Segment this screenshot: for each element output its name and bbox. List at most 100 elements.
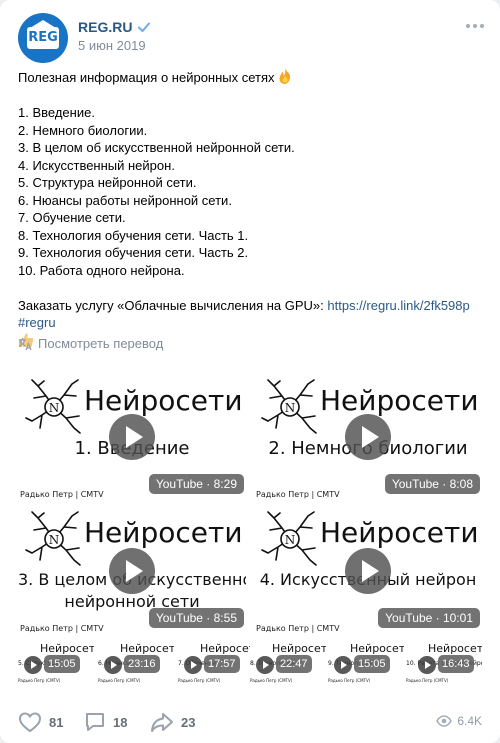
- play-button[interactable]: [104, 656, 122, 674]
- video-brand: Нейросети: [84, 384, 243, 417]
- video-author: Радько Петр (CMTV): [178, 678, 221, 683]
- video-author: Радько Петр | CMTV: [20, 490, 104, 499]
- list-item: 3. В целом об искусственной нейронной се…: [18, 140, 295, 155]
- video-thumbnail-small[interactable]: Нейросети 5. Структура Радько Петр (CMTV…: [18, 642, 94, 686]
- list-item: 10. Работа одного нейрона.: [18, 262, 185, 278]
- heart-icon: [18, 712, 42, 733]
- neuron-logo-icon: N: [25, 511, 81, 566]
- topics-list: 1. Введение. 2. Немного биологии. 3. В ц…: [18, 104, 483, 279]
- share-count: 23: [181, 714, 196, 730]
- play-button[interactable]: [345, 548, 391, 594]
- neuron-logo-icon: N: [25, 379, 81, 434]
- list-item: 5. Структура нейронной сети.: [18, 175, 197, 190]
- translate-button[interactable]: Посмотреть перевод: [18, 336, 163, 351]
- video-duration-badge: 16:43: [438, 655, 474, 673]
- translate-label: Посмотреть перевод: [38, 336, 164, 351]
- video-author: Радько Петр | CMTV: [20, 624, 104, 633]
- post-date[interactable]: 5 июн 2019: [78, 38, 146, 53]
- author-name[interactable]: REG.RU: [78, 19, 151, 35]
- video-duration-badge: 17:57: [204, 655, 240, 673]
- share-icon: [151, 713, 173, 732]
- video-thumbnail-small[interactable]: Нейросети 7. Обучение Радько Петр (CMTV)…: [178, 642, 254, 686]
- fire-icon: [279, 68, 291, 84]
- share-button[interactable]: 23: [150, 711, 195, 733]
- post-actions: 81 18 23 6.4K: [0, 700, 500, 743]
- post-text: Полезная информация о нейронных сетях 1.…: [18, 68, 483, 350]
- video-brand: Нейросети: [320, 384, 479, 417]
- list-item: 7. Обучение сети.: [18, 210, 126, 225]
- play-button[interactable]: [256, 656, 274, 674]
- more-options-icon[interactable]: [466, 22, 484, 30]
- avatar[interactable]: REG: [18, 13, 68, 63]
- video-thumbnail-small[interactable]: Нейросети 6. Нюансы Радько Петр (CMTV) 2…: [98, 642, 174, 686]
- neuron-logo-icon: N: [261, 511, 317, 566]
- post-title-text: Полезная информация о нейронных сетях: [18, 70, 275, 85]
- list-item: 9. Технология обучения сети. Часть 2.: [18, 245, 249, 260]
- video-author: Радько Петр (CMTV): [406, 678, 449, 683]
- order-text: Заказать услугу «Облачные вычисления на …: [18, 297, 328, 313]
- list-item: 1. Введение.: [18, 105, 95, 120]
- avatar-logo: REG: [27, 27, 59, 49]
- views-count: 6.4K: [457, 714, 482, 728]
- video-brand: Нейросети: [350, 642, 404, 655]
- svg-text:N: N: [285, 533, 296, 547]
- video-thumbnail[interactable]: N Нейросети 1. Введение Радько Петр | CM…: [18, 370, 246, 502]
- video-duration-badge: 22:47: [276, 655, 312, 673]
- play-button[interactable]: [109, 548, 155, 594]
- video-thumbnail-small[interactable]: Нейросети 10. Работа одного нейрона Радь…: [406, 642, 482, 686]
- verified-icon: [138, 22, 151, 32]
- video-author: Радько Петр | CMTV: [256, 490, 340, 499]
- svg-text:N: N: [49, 401, 60, 415]
- video-duration-badge: YouTube · 8:55: [148, 608, 244, 628]
- video-brand: Нейросети: [40, 642, 94, 655]
- list-item: 2. Немного биологии.: [18, 122, 148, 138]
- comment-count: 18: [113, 714, 128, 730]
- video-author: Радько Петр (CMTV): [328, 678, 371, 683]
- video-author: Радько Петр (CMTV): [250, 678, 293, 683]
- comment-icon: [86, 713, 104, 731]
- author-name-text[interactable]: REG.RU: [78, 19, 132, 35]
- video-brand: Нейросети: [120, 642, 174, 655]
- views-counter: 6.4K: [436, 714, 482, 728]
- video-thumbnail-small[interactable]: Нейросети 8. Технология Радько Петр (CMT…: [250, 642, 326, 686]
- play-button[interactable]: [418, 656, 436, 674]
- video-brand: Нейросети: [428, 642, 482, 655]
- hashtag-link[interactable]: #regru: [18, 315, 56, 330]
- play-button[interactable]: [24, 656, 42, 674]
- comment-button[interactable]: 18: [84, 711, 127, 733]
- play-button[interactable]: [184, 656, 202, 674]
- neuron-logo-icon: N: [261, 379, 317, 434]
- video-brand: Нейросети: [200, 642, 254, 655]
- play-button[interactable]: [109, 414, 155, 460]
- video-duration-badge: YouTube · 10:01: [378, 608, 480, 628]
- video-duration-badge: 23:16: [124, 655, 160, 673]
- video-thumbnail-small[interactable]: Нейросети 9. Технология Радько Петр (CMT…: [328, 642, 404, 686]
- list-item: 4. Искусственный нейрон.: [18, 157, 175, 173]
- play-button[interactable]: [334, 656, 352, 674]
- translate-icon: [19, 337, 32, 350]
- video-author: Радько Петр (CMTV): [18, 678, 61, 683]
- video-brand: Нейросети: [84, 516, 243, 549]
- video-author: Радько Петр (CMTV): [98, 678, 141, 683]
- video-brand: Нейросети: [272, 642, 326, 655]
- video-duration-badge: 15:05: [44, 655, 80, 673]
- post-card: REG REG.RU 5 июн 2019 Полезная информаци…: [0, 0, 500, 743]
- video-author: Радько Петр | CMTV: [256, 624, 340, 633]
- like-count: 81: [49, 714, 64, 730]
- video-brand: Нейросети: [320, 516, 479, 549]
- video-duration-badge: YouTube · 8:08: [384, 474, 480, 494]
- post-title: Полезная информация о нейронных сетях: [18, 68, 483, 87]
- list-item: 6. Нюансы работы нейронной сети.: [18, 192, 232, 208]
- video-thumbnail[interactable]: N Нейросети 2. Немного биологии Радько П…: [254, 370, 482, 502]
- eye-icon: [436, 715, 453, 727]
- like-button[interactable]: 81: [18, 711, 63, 733]
- svg-text:N: N: [49, 533, 60, 547]
- svg-text:N: N: [285, 401, 296, 415]
- order-link[interactable]: https://regru.link/2fk598p: [327, 298, 469, 313]
- video-duration-badge: YouTube · 8:29: [148, 474, 244, 494]
- play-button[interactable]: [345, 414, 391, 460]
- video-duration-badge: 15:05: [354, 655, 390, 673]
- video-thumbnail[interactable]: N Нейросети 4. Искусственный нейрон Радь…: [254, 506, 482, 638]
- list-item: 8. Технология обучения сети. Часть 1.: [18, 227, 249, 243]
- video-thumbnail[interactable]: N Нейросети 3. В целом об искусственной …: [18, 506, 246, 638]
